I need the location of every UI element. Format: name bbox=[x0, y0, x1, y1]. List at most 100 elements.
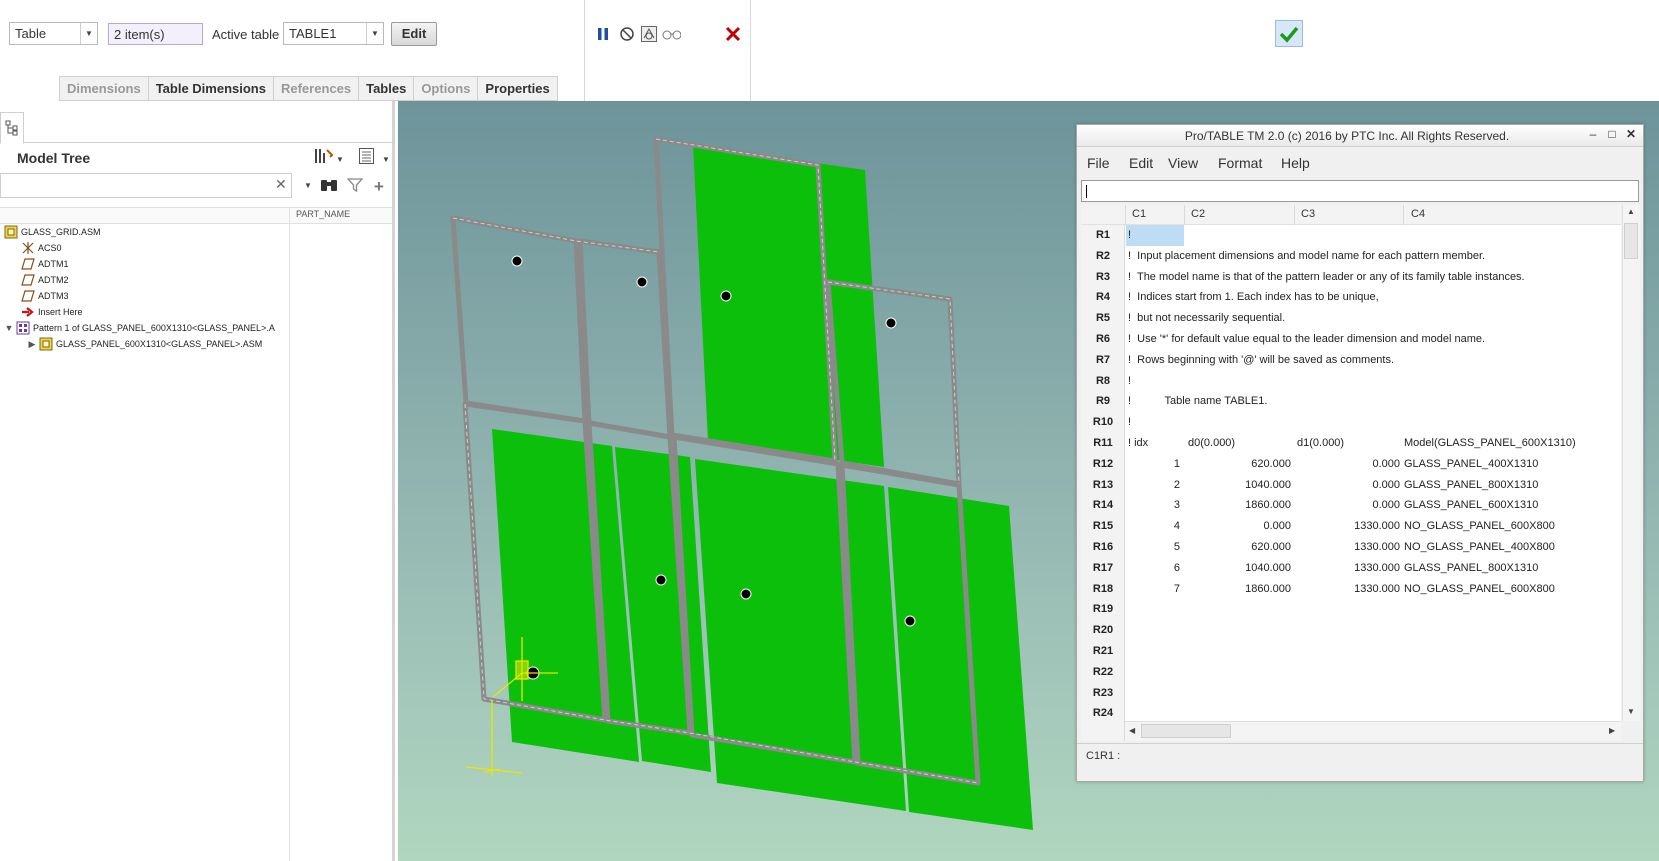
row-header[interactable]: R20 bbox=[1081, 624, 1125, 636]
row-header[interactable]: R16 bbox=[1081, 541, 1125, 553]
column-header-c4[interactable]: C4 bbox=[1411, 208, 1425, 225]
add-icon[interactable]: + bbox=[374, 177, 384, 197]
horizontal-scrollbar[interactable]: ◀ ▶ bbox=[1125, 721, 1621, 741]
tab-tables[interactable]: Tables bbox=[358, 76, 414, 101]
cell-edit-input[interactable] bbox=[1081, 180, 1639, 202]
pattern-member-dot[interactable] bbox=[720, 290, 732, 302]
tree-item-adtm1[interactable]: ADTM1 bbox=[20, 256, 69, 272]
show-columns-icon[interactable] bbox=[358, 147, 376, 168]
row-header[interactable]: R9 bbox=[1081, 395, 1125, 407]
tab-references[interactable]: References bbox=[272, 76, 359, 101]
menu-file[interactable]: File bbox=[1087, 155, 1110, 171]
pattern-type-combo[interactable]: Table ▼ bbox=[9, 22, 98, 45]
row-header[interactable]: R18 bbox=[1081, 583, 1125, 595]
chevron-down-icon[interactable]: ▼ bbox=[366, 23, 383, 44]
items-collector[interactable]: 2 item(s) bbox=[108, 23, 203, 45]
vertical-scrollbar[interactable]: ▲ ▼ bbox=[1622, 205, 1640, 721]
row-header[interactable]: R10 bbox=[1081, 416, 1125, 428]
pattern-member-dot[interactable] bbox=[740, 588, 752, 600]
row-header[interactable]: R13 bbox=[1081, 479, 1125, 491]
tree-item-acs0[interactable]: ACS0 bbox=[20, 240, 62, 256]
cancel-x-icon[interactable] bbox=[723, 24, 742, 43]
close-icon[interactable]: ✕ bbox=[1622, 127, 1640, 143]
tree-item-glass-grid-asm[interactable]: GLASS_GRID.ASM bbox=[3, 224, 101, 240]
stop-icon[interactable] bbox=[617, 24, 636, 43]
filter-icon[interactable] bbox=[346, 177, 364, 196]
tab-dimensions[interactable]: Dimensions bbox=[59, 76, 148, 101]
row-header[interactable]: R22 bbox=[1081, 666, 1125, 678]
row-header[interactable]: R4 bbox=[1081, 291, 1125, 303]
column-header-c2[interactable]: C2 bbox=[1191, 208, 1205, 225]
chevron-down-icon[interactable]: ▼ bbox=[304, 181, 312, 190]
pattern-member-dot[interactable] bbox=[636, 276, 648, 288]
tree-item-glass-panel-asm[interactable]: ▶ GLASS_PANEL_600X1310<GLASS_PANEL>.ASM bbox=[26, 336, 262, 352]
preview-icon[interactable] bbox=[639, 24, 658, 43]
tree-search-input[interactable] bbox=[0, 173, 292, 198]
collapse-arrow-icon[interactable]: ▼ bbox=[3, 323, 15, 333]
row-header[interactable]: R6 bbox=[1081, 333, 1125, 345]
pattern-member-dot[interactable] bbox=[655, 574, 667, 586]
menu-format[interactable]: Format bbox=[1218, 155, 1262, 171]
tree-settings-icon[interactable] bbox=[313, 147, 342, 168]
glass-panel[interactable] bbox=[695, 459, 906, 811]
protable-grid[interactable]: C1 C2 C3 C4 R1 R2 R3 R4 R5 R6 R7 R8 R9 R10 R11 R12 R… bbox=[1081, 205, 1621, 741]
scroll-right-icon[interactable]: ▶ bbox=[1609, 726, 1615, 735]
tree-item-adtm2[interactable]: ADTM2 bbox=[20, 272, 69, 288]
pattern-member-dot[interactable] bbox=[511, 255, 523, 267]
scroll-thumb[interactable] bbox=[1141, 724, 1231, 738]
row-header[interactable]: R19 bbox=[1081, 603, 1125, 615]
chevron-down-icon[interactable]: ▼ bbox=[382, 155, 390, 164]
scroll-down-icon[interactable]: ▼ bbox=[1627, 707, 1635, 716]
chevron-down-icon[interactable]: ▼ bbox=[336, 155, 344, 164]
row-header[interactable]: R7 bbox=[1081, 354, 1125, 366]
tree-item-adtm3[interactable]: ADTM3 bbox=[20, 288, 69, 304]
pattern-member-dot[interactable] bbox=[904, 615, 916, 627]
active-table-combo[interactable]: TABLE1 ▼ bbox=[283, 22, 384, 45]
scroll-up-icon[interactable]: ▲ bbox=[1627, 207, 1635, 216]
part-name-column-header[interactable]: PART_NAME bbox=[296, 209, 350, 219]
menu-view[interactable]: View bbox=[1168, 155, 1198, 171]
pattern-member-dot[interactable] bbox=[885, 317, 897, 329]
tree-column-divider[interactable] bbox=[289, 207, 290, 861]
binoculars-icon[interactable] bbox=[320, 177, 338, 196]
tab-table-dimensions[interactable]: Table Dimensions bbox=[147, 76, 273, 101]
row-header[interactable]: R24 bbox=[1081, 707, 1125, 719]
tree-item-pattern-1[interactable]: ▼ Pattern 1 of GLASS_PANEL_600X1310<GLAS… bbox=[3, 320, 275, 336]
row-header[interactable]: R12 bbox=[1081, 458, 1125, 470]
column-header-c3[interactable]: C3 bbox=[1301, 208, 1315, 225]
edit-table-button[interactable]: Edit bbox=[391, 22, 437, 46]
row-header[interactable]: R3 bbox=[1081, 271, 1125, 283]
checkmark-icon[interactable] bbox=[1275, 20, 1303, 47]
glasses-icon[interactable] bbox=[662, 24, 681, 43]
maximize-icon[interactable]: □ bbox=[1603, 127, 1621, 143]
scroll-thumb[interactable] bbox=[1624, 223, 1638, 259]
close-icon[interactable]: ✕ bbox=[275, 176, 287, 193]
row-header[interactable]: R5 bbox=[1081, 312, 1125, 324]
tab-properties[interactable]: Properties bbox=[477, 76, 558, 101]
tab-options[interactable]: Options bbox=[413, 76, 478, 101]
expand-arrow-icon[interactable]: ▶ bbox=[26, 339, 38, 350]
row-header[interactable]: R15 bbox=[1081, 520, 1125, 532]
row-header[interactable]: R23 bbox=[1081, 687, 1125, 699]
cell-model: GLASS_PANEL_800X1310 bbox=[1404, 561, 1539, 574]
row-header[interactable]: R1 bbox=[1081, 229, 1125, 241]
minimize-icon[interactable]: – bbox=[1584, 127, 1602, 143]
row-header[interactable]: R17 bbox=[1081, 562, 1125, 574]
row-header[interactable]: R11 bbox=[1081, 437, 1125, 449]
row-header[interactable]: R8 bbox=[1081, 375, 1125, 387]
column-header-c1[interactable]: C1 bbox=[1132, 208, 1146, 225]
row-header[interactable]: R21 bbox=[1081, 645, 1125, 657]
tree-item-insert-here[interactable]: Insert Here bbox=[20, 304, 83, 320]
glass-panel-leader[interactable] bbox=[693, 145, 884, 467]
chevron-down-icon[interactable]: ▼ bbox=[80, 23, 97, 44]
model-tree-tab-icon[interactable] bbox=[0, 112, 24, 144]
protable-titlebar[interactable]: Pro/TABLE TM 2.0 (c) 2016 by PTC Inc. Al… bbox=[1077, 125, 1643, 147]
selected-cell-c1r1[interactable] bbox=[1126, 225, 1184, 246]
menu-edit[interactable]: Edit bbox=[1129, 155, 1153, 171]
scroll-left-icon[interactable]: ◀ bbox=[1129, 726, 1135, 735]
row-header[interactable]: R14 bbox=[1081, 499, 1125, 511]
row-header[interactable]: R2 bbox=[1081, 250, 1125, 262]
tree-item-label: ACS0 bbox=[38, 243, 62, 253]
menu-help[interactable]: Help bbox=[1281, 155, 1310, 171]
pause-icon[interactable] bbox=[593, 24, 612, 43]
